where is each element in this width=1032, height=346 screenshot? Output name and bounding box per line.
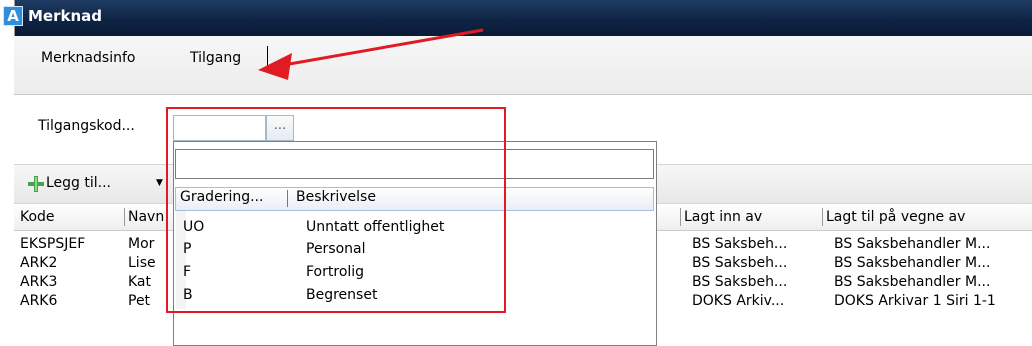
cell-lagt-inn-av[interactable]: DOKS Arkiv... (692, 293, 784, 309)
cell-lagt-inn-av[interactable]: BS Saksbeh... (692, 274, 787, 290)
cell-navn[interactable]: Lise (128, 255, 156, 271)
add-button[interactable]: Legg til... (46, 175, 111, 191)
dropdown-option-description[interactable]: Personal (306, 241, 366, 257)
column-separator (822, 208, 823, 226)
cell-vegne-av[interactable]: BS Saksbehandler M... (834, 255, 990, 271)
column-header-navn[interactable]: Navn (128, 209, 164, 225)
add-icon[interactable] (27, 176, 45, 192)
tab-merknadsinfo[interactable]: Merknadsinfo (41, 50, 135, 66)
tab-strip (14, 36, 1032, 95)
access-code-label: Tilgangskod... (38, 118, 135, 134)
tab-tilgang[interactable]: Tilgang (190, 50, 241, 66)
dropdown-column-gradering[interactable]: Gradering... (180, 189, 263, 205)
access-code-input[interactable] (173, 115, 266, 141)
cell-lagt-inn-av[interactable]: BS Saksbeh... (692, 255, 787, 271)
column-separator (124, 208, 125, 226)
tab-caret (267, 46, 268, 70)
dropdown-column-beskrivelse[interactable]: Beskrivelse (296, 189, 376, 205)
column-header-vegne-av[interactable]: Lagt til på vegne av (826, 209, 965, 225)
dropdown-option-description[interactable]: Unntatt offentlighet (306, 219, 444, 235)
cell-navn[interactable]: Mor (128, 236, 154, 252)
app-logo-icon: A (3, 6, 23, 26)
cell-vegne-av[interactable]: BS Saksbehandler M... (834, 274, 990, 290)
title-bar[interactable] (15, 0, 1032, 36)
cell-navn[interactable]: Pet (128, 293, 150, 309)
cell-lagt-inn-av[interactable]: BS Saksbeh... (692, 236, 787, 252)
cell-navn[interactable]: Kat (128, 274, 151, 290)
window-title: Merknad (28, 7, 103, 25)
access-code-lookup-button[interactable]: ... (266, 115, 294, 141)
dropdown-option-code[interactable]: P (183, 241, 191, 257)
column-header-lagt-inn-av[interactable]: Lagt inn av (684, 209, 762, 225)
dropdown-option-description[interactable]: Begrenset (306, 287, 377, 303)
dropdown-option-description[interactable]: Fortrolig (306, 264, 364, 280)
dropdown-option-code[interactable]: UO (183, 219, 204, 235)
cell-kode[interactable]: ARK2 (20, 255, 57, 271)
dropdown-option-code[interactable]: F (183, 264, 191, 280)
column-separator (680, 208, 681, 226)
cell-kode[interactable]: ARK6 (20, 293, 57, 309)
cell-kode[interactable]: ARK3 (20, 274, 57, 290)
dropdown-option-code[interactable]: B (183, 287, 193, 303)
column-header-kode[interactable]: Kode (20, 209, 55, 225)
add-dropdown-caret-icon[interactable]: ▼ (156, 178, 163, 188)
dropdown-search-input[interactable] (175, 149, 654, 179)
cell-kode[interactable]: EKSPSJEF (20, 236, 85, 252)
cell-vegne-av[interactable]: BS Saksbehandler M... (834, 236, 990, 252)
cell-vegne-av[interactable]: DOKS Arkivar 1 Siri 1-1 (834, 293, 996, 309)
dropdown-column-separator (287, 190, 288, 207)
